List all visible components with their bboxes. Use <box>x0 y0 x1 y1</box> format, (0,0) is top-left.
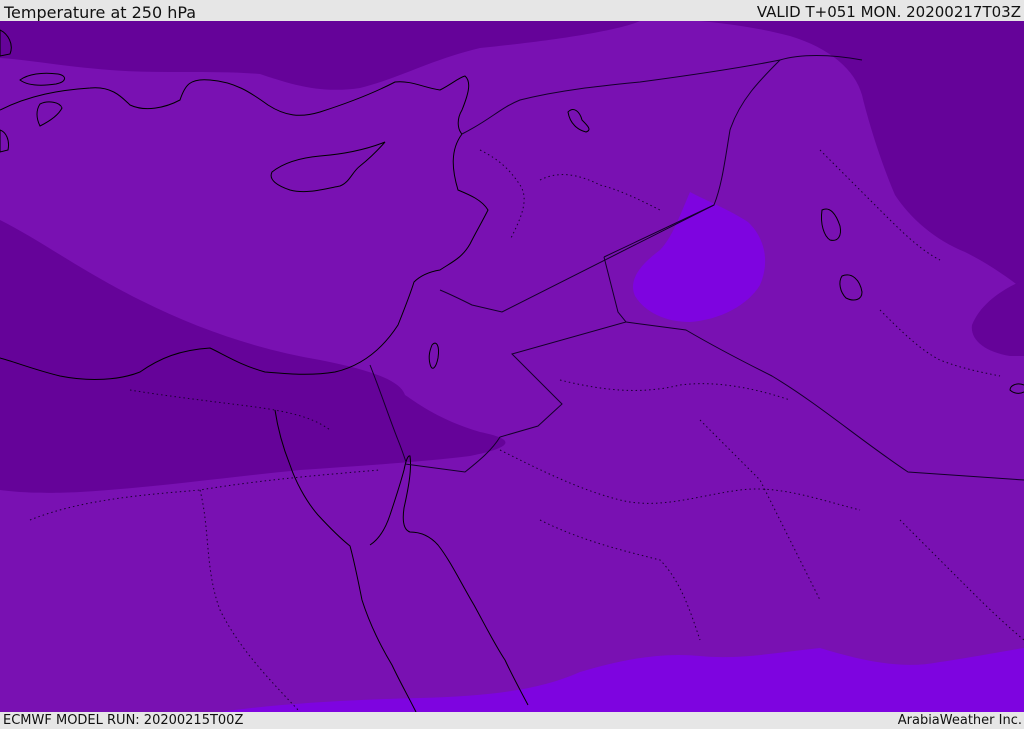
map-title: Temperature at 250 hPa <box>4 3 197 22</box>
model-run-label: ECMWF MODEL RUN: 20200215T00Z <box>3 713 244 728</box>
valid-time-label: VALID T+051 MON. 20200217T03Z <box>756 3 1021 21</box>
credit-label: ArabiaWeather Inc. <box>897 713 1022 728</box>
footer-bar: ECMWF MODEL RUN: 20200215T00Z ArabiaWeat… <box>0 712 1024 729</box>
header-bar: Temperature at 250 hPa VALID T+051 MON. … <box>0 0 1024 21</box>
map-viewer: Temperature at 250 hPa VALID T+051 MON. … <box>0 0 1024 729</box>
temperature-map[interactable] <box>0 21 1024 712</box>
